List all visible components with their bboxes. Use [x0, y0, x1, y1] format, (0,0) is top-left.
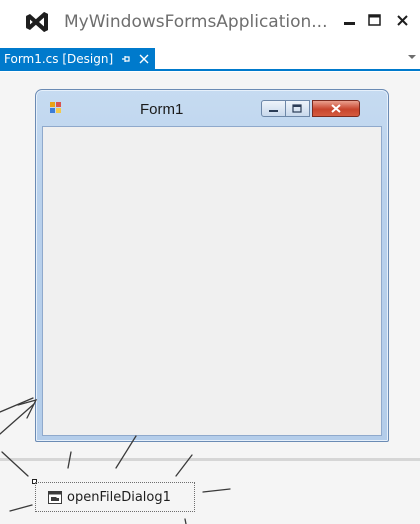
form-titlebar[interactable]: Form1 [36, 90, 388, 124]
minimize-icon[interactable] [339, 9, 361, 33]
form-icon [50, 102, 61, 113]
window-titlebar: MyWindowsFormsApplication... [0, 0, 420, 46]
form1-window[interactable]: Form1 [35, 89, 389, 442]
openfiledialog-icon [48, 490, 62, 504]
form-title: Form1 [140, 101, 184, 118]
form-close-button[interactable] [312, 100, 360, 117]
maximize-icon [292, 104, 302, 113]
close-icon[interactable] [392, 9, 414, 33]
window-title: MyWindowsFormsApplication... [64, 12, 328, 32]
minimize-icon [269, 110, 278, 112]
form-maximize-button[interactable] [286, 100, 310, 117]
pin-icon[interactable] [121, 54, 131, 64]
form-minimize-button[interactable] [261, 100, 286, 117]
chevron-down-icon[interactable] [406, 52, 418, 62]
tab-form1-design[interactable]: Form1.cs [Design] [0, 48, 156, 70]
tab-strip-rule [0, 69, 420, 71]
close-icon [331, 104, 341, 113]
form-client-area[interactable] [42, 126, 382, 436]
visual-studio-logo-icon [26, 12, 48, 32]
component-openfiledialog1[interactable]: openFileDialog1 [35, 482, 195, 512]
tab-label: Form1.cs [Design] [4, 52, 114, 66]
component-label: openFileDialog1 [67, 489, 171, 505]
close-icon[interactable] [139, 54, 149, 64]
maximize-icon[interactable] [364, 9, 386, 33]
document-tab-strip: Form1.cs [Design] [0, 46, 420, 72]
